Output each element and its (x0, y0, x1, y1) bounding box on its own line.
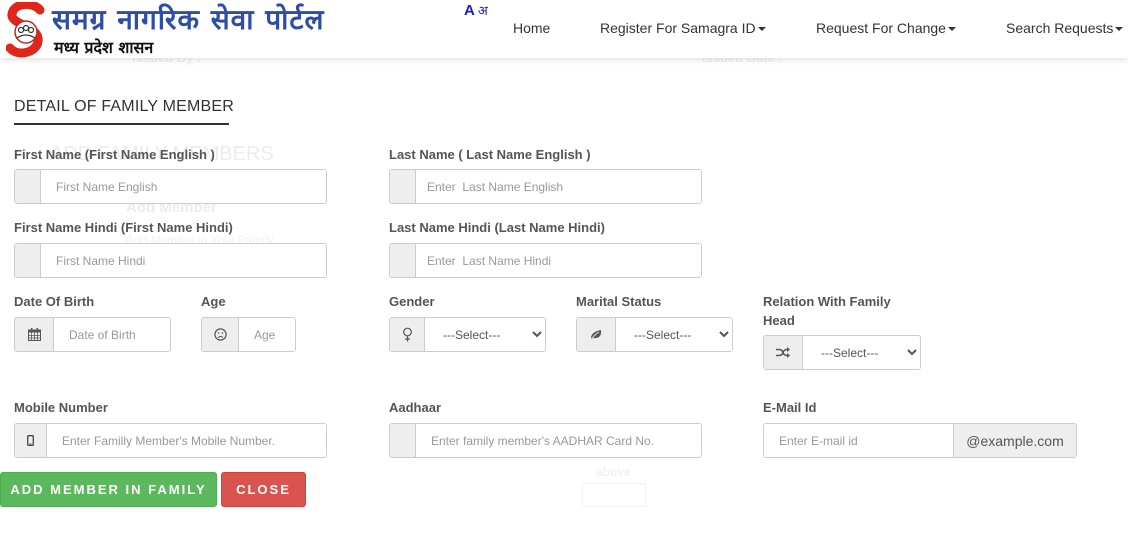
last-name-hi-addon (390, 244, 416, 277)
last-name-hi-input[interactable] (416, 244, 701, 277)
ghost-above: above (596, 465, 631, 479)
frown-icon (202, 318, 239, 351)
last-name-en-addon (390, 170, 416, 203)
nav-search-label: Search Requests (1006, 20, 1114, 36)
navbar: समग्र नागरिक सेवा पोर्टल मध्य प्रदेश शास… (0, 0, 1128, 58)
dob-group (14, 317, 171, 352)
relation-select[interactable]: ---Select--- (803, 336, 920, 369)
email-label: E-Mail Id (763, 400, 817, 415)
nav-register-label: Register For Samagra ID (600, 20, 756, 36)
calendar-icon (15, 318, 54, 351)
lang-hindi-button[interactable]: अ (478, 4, 488, 19)
add-member-button[interactable]: ADD MEMBER IN FAMILY (0, 472, 217, 507)
marital-status-label: Marital Status (576, 294, 662, 309)
relation-label: Relation With Family Head (763, 294, 891, 328)
caret-down-icon (1115, 27, 1124, 32)
aadhaar-input[interactable] (416, 424, 701, 457)
mobile-input[interactable] (47, 424, 326, 457)
portal-logo[interactable]: समग्र नागरिक सेवा पोर्टल मध्य प्रदेश शास… (6, 2, 366, 58)
first-name-en-group (14, 169, 327, 204)
age-label: Age (201, 294, 226, 309)
first-name-hi-group (14, 243, 327, 278)
gender-select[interactable]: ---Select--- (425, 318, 545, 351)
first-name-en-label: First Name (First Name English ) (14, 147, 215, 162)
first-name-hi-label: First Name Hindi (First Name Hindi) (14, 220, 233, 235)
close-button[interactable]: CLOSE (221, 472, 306, 507)
marital-status-select[interactable]: ---Select--- (616, 318, 732, 351)
aadhaar-label: Aadhaar (389, 400, 442, 415)
first-name-hi-input[interactable] (41, 244, 326, 277)
email-domain-suffix: @example.com (953, 424, 1076, 457)
nav-request-for-change[interactable]: Request For Change (816, 20, 956, 36)
caret-down-icon (947, 27, 956, 32)
gender-group: ---Select--- (389, 317, 546, 352)
nav-home-label: Home (513, 20, 551, 36)
nav-register-samagra-id[interactable]: Register For Samagra ID (600, 20, 766, 36)
email-group: @example.com (763, 423, 1077, 458)
first-name-hi-addon (15, 244, 41, 277)
last-name-en-input[interactable] (416, 170, 701, 203)
language-toggle[interactable]: Aअ (464, 1, 488, 19)
first-name-en-addon (15, 170, 41, 203)
mobile-label: Mobile Number (14, 400, 108, 415)
portal-title: समग्र नागरिक सेवा पोर्टल (52, 3, 325, 36)
gender-label: Gender (389, 294, 435, 309)
dob-label: Date Of Birth (14, 294, 95, 309)
nav-home[interactable]: Home (513, 20, 550, 36)
mobile-icon (15, 424, 47, 457)
ghost-box (582, 483, 646, 507)
last-name-hi-group (389, 243, 702, 278)
caret-down-icon (757, 27, 766, 32)
age-input[interactable] (239, 318, 295, 351)
first-name-en-input[interactable] (41, 170, 326, 203)
aadhaar-group (389, 423, 702, 458)
marital-status-group: ---Select--- (576, 317, 733, 352)
age-group (201, 317, 296, 352)
mobile-group (14, 423, 327, 458)
samagra-logo-icon (6, 2, 45, 58)
last-name-hi-label: Last Name Hindi (Last Name Hindi) (389, 220, 605, 235)
title-underline (14, 123, 229, 125)
lang-english-button[interactable]: A (464, 2, 475, 19)
last-name-en-label: Last Name ( Last Name English ) (389, 147, 591, 162)
portal-subtitle: मध्य प्रदेश शासन (54, 38, 154, 57)
dob-input[interactable] (54, 318, 170, 351)
aadhaar-addon (390, 424, 416, 457)
section-title: DETAIL OF FAMILY MEMBER (14, 98, 235, 115)
nav-search-requests[interactable]: Search Requests (1006, 20, 1124, 36)
relation-group: ---Select--- (763, 335, 921, 370)
nav-request-label: Request For Change (816, 20, 946, 36)
shuffle-icon (764, 336, 803, 369)
email-input[interactable] (764, 424, 953, 457)
leaf-icon (577, 318, 616, 351)
female-icon (390, 318, 425, 351)
last-name-en-group (389, 169, 702, 204)
